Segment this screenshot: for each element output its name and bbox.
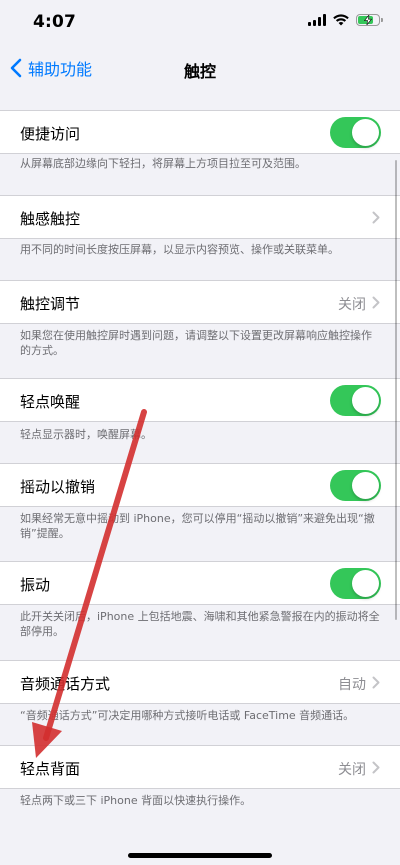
setting-footer: 如果经常无意中摇动到 iPhone，您可以停用“摇动以撤销”来避免出现“撤销”提… (20, 512, 375, 540)
setting-row-touch-accommodations[interactable]: 触控调节 关闭 (0, 280, 400, 324)
vibration-toggle[interactable] (330, 568, 381, 599)
shake-to-undo-toggle[interactable] (330, 470, 381, 501)
navigation-bar: 辅助功能 触控 (0, 46, 400, 90)
setting-row-back-tap[interactable]: 轻点背面 关闭 (0, 745, 400, 789)
chevron-right-icon (372, 211, 380, 224)
setting-label: 音频通话方式 (20, 675, 111, 693)
setting-label: 轻点背面 (20, 760, 81, 778)
setting-footer: 用不同的时间长度按压屏幕，以显示内容预览、操作或关联菜单。 (20, 243, 339, 256)
setting-value: 关闭 (338, 297, 366, 313)
setting-label: 轻点唤醒 (20, 393, 81, 411)
setting-footer: 如果您在使用触控屏时遇到问题，请调整以下设置更改屏幕响应触控操作的方式。 (20, 329, 372, 357)
status-time: 4:07 (33, 12, 77, 32)
status-icons (308, 14, 383, 26)
setting-row-tap-to-wake[interactable]: 轻点唤醒 (0, 378, 400, 422)
setting-footer: 从屏幕底部边缘向下轻扫，将屏幕上方项目拉至可及范围。 (20, 157, 306, 170)
setting-row-shake-to-undo[interactable]: 摇动以撤销 (0, 463, 400, 507)
setting-footer: 轻点显示器时，唤醒屏幕。 (20, 428, 152, 441)
setting-label: 摇动以撤销 (20, 478, 96, 496)
setting-row-vibration[interactable]: 振动 (0, 561, 400, 605)
tap-to-wake-toggle[interactable] (330, 385, 381, 416)
page-title: 触控 (183, 62, 216, 81)
cellular-signal-icon (308, 14, 326, 26)
chevron-right-icon (372, 296, 380, 309)
reachability-toggle[interactable] (330, 117, 381, 148)
setting-label: 便捷访问 (20, 125, 81, 143)
setting-value: 自动 (338, 677, 366, 693)
status-bar: 4:07 (0, 0, 400, 46)
setting-footer: 此开关关闭后，iPhone 上包括地震、海啸和其他紧急警报在内的振动将全部停用。 (20, 610, 380, 638)
setting-footer: 轻点两下或三下 iPhone 背面以快速执行操作。 (20, 794, 252, 807)
setting-footer: “音频通话方式”可决定用哪种方式接听电话或 FaceTime 音频通话。 (20, 709, 355, 722)
home-indicator[interactable] (128, 853, 272, 858)
setting-row-reachability[interactable]: 便捷访问 (0, 110, 400, 154)
setting-label: 振动 (20, 576, 51, 594)
setting-row-call-audio-routing[interactable]: 音频通话方式 自动 (0, 660, 400, 704)
battery-charging-icon (356, 14, 383, 26)
setting-label: 触感触控 (20, 210, 81, 228)
chevron-right-icon (372, 676, 380, 689)
setting-label: 触控调节 (20, 295, 81, 313)
scroll-indicator[interactable] (395, 160, 397, 620)
setting-row-haptic-touch[interactable]: 触感触控 (0, 195, 400, 239)
setting-value: 关闭 (338, 762, 366, 778)
chevron-right-icon (372, 761, 380, 774)
wifi-icon (333, 14, 349, 26)
